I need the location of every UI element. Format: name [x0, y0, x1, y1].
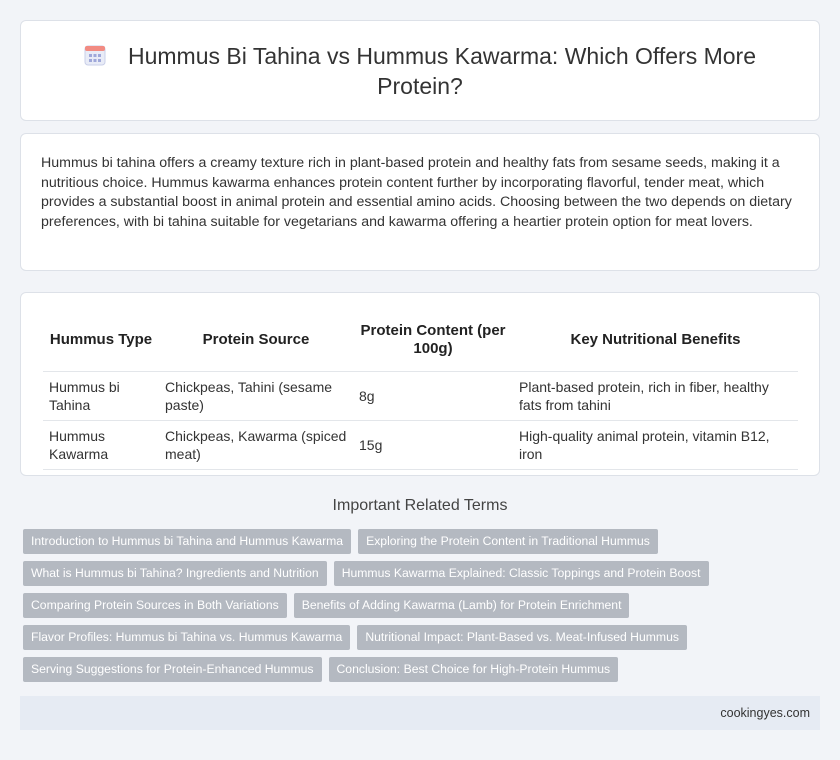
- footer-site-link[interactable]: cookingyes.com: [720, 706, 810, 720]
- related-tag[interactable]: What is Hummus bi Tahina? Ingredients an…: [23, 561, 327, 586]
- table-row: Hummus bi Tahina Chickpeas, Tahini (sesa…: [43, 371, 798, 421]
- intro-card: Hummus bi tahina offers a creamy texture…: [20, 133, 820, 271]
- cell-key-benefits: High-quality animal protein, vitamin B12…: [513, 420, 798, 470]
- related-tag[interactable]: Exploring the Protein Content in Traditi…: [358, 529, 658, 554]
- tag-row: What is Hummus bi Tahina? Ingredients an…: [23, 561, 823, 586]
- related-tag[interactable]: Hummus Kawarma Explained: Classic Toppin…: [333, 561, 709, 586]
- related-tags: Introduction to Hummus bi Tahina and Hum…: [23, 529, 823, 689]
- related-terms-title: Important Related Terms: [332, 497, 508, 514]
- table-row: Hummus Kawarma Chickpeas, Kawarma (spice…: [43, 420, 798, 470]
- footer: cookingyes.com: [20, 696, 820, 730]
- header-hummus-type: Hummus Type: [43, 309, 159, 372]
- cell-hummus-type: Hummus bi Tahina: [43, 371, 159, 421]
- related-tag[interactable]: Serving Suggestions for Protein-Enhanced…: [23, 657, 322, 682]
- header-protein-source: Protein Source: [159, 309, 353, 372]
- related-tag[interactable]: Conclusion: Best Choice for High-Protein…: [328, 657, 619, 682]
- tag-row: Introduction to Hummus bi Tahina and Hum…: [23, 529, 823, 554]
- calendar-icon: [84, 45, 106, 65]
- cell-protein-source: Chickpeas, Kawarma (spiced meat): [159, 420, 353, 470]
- related-tag[interactable]: Introduction to Hummus bi Tahina and Hum…: [23, 529, 352, 554]
- related-tag[interactable]: Benefits of Adding Kawarma (Lamb) for Pr…: [293, 593, 630, 618]
- cell-protein-source: Chickpeas, Tahini (sesame paste): [159, 371, 353, 421]
- related-tag[interactable]: Flavor Profiles: Hummus bi Tahina vs. Hu…: [23, 625, 351, 650]
- header-protein-content: Protein Content (per 100g): [353, 309, 513, 372]
- page-title: Hummus Bi Tahina vs Hummus Kawarma: Whic…: [128, 42, 756, 99]
- title-card: Hummus Bi Tahina vs Hummus Kawarma: Whic…: [20, 20, 820, 121]
- tag-row: Comparing Protein Sources in Both Variat…: [23, 593, 823, 618]
- comparison-table: Hummus Type Protein Source Protein Conte…: [43, 309, 798, 470]
- table-card: Hummus Type Protein Source Protein Conte…: [20, 292, 820, 476]
- cell-protein-content: 15g: [353, 420, 513, 470]
- intro-paragraph: Hummus bi tahina offers a creamy texture…: [41, 155, 792, 230]
- header-key-benefits: Key Nutritional Benefits: [513, 309, 798, 372]
- related-tag[interactable]: Comparing Protein Sources in Both Variat…: [23, 593, 287, 618]
- related-tag[interactable]: Nutritional Impact: Plant-Based vs. Meat…: [357, 625, 687, 650]
- tag-row: Flavor Profiles: Hummus bi Tahina vs. Hu…: [23, 625, 823, 650]
- cell-hummus-type: Hummus Kawarma: [43, 420, 159, 470]
- title-wrap: Hummus Bi Tahina vs Hummus Kawarma: Whic…: [60, 41, 780, 101]
- table-header-row: Hummus Type Protein Source Protein Conte…: [43, 309, 798, 372]
- cell-protein-content: 8g: [353, 371, 513, 421]
- tag-row: Serving Suggestions for Protein-Enhanced…: [23, 657, 823, 682]
- cell-key-benefits: Plant-based protein, rich in fiber, heal…: [513, 371, 798, 421]
